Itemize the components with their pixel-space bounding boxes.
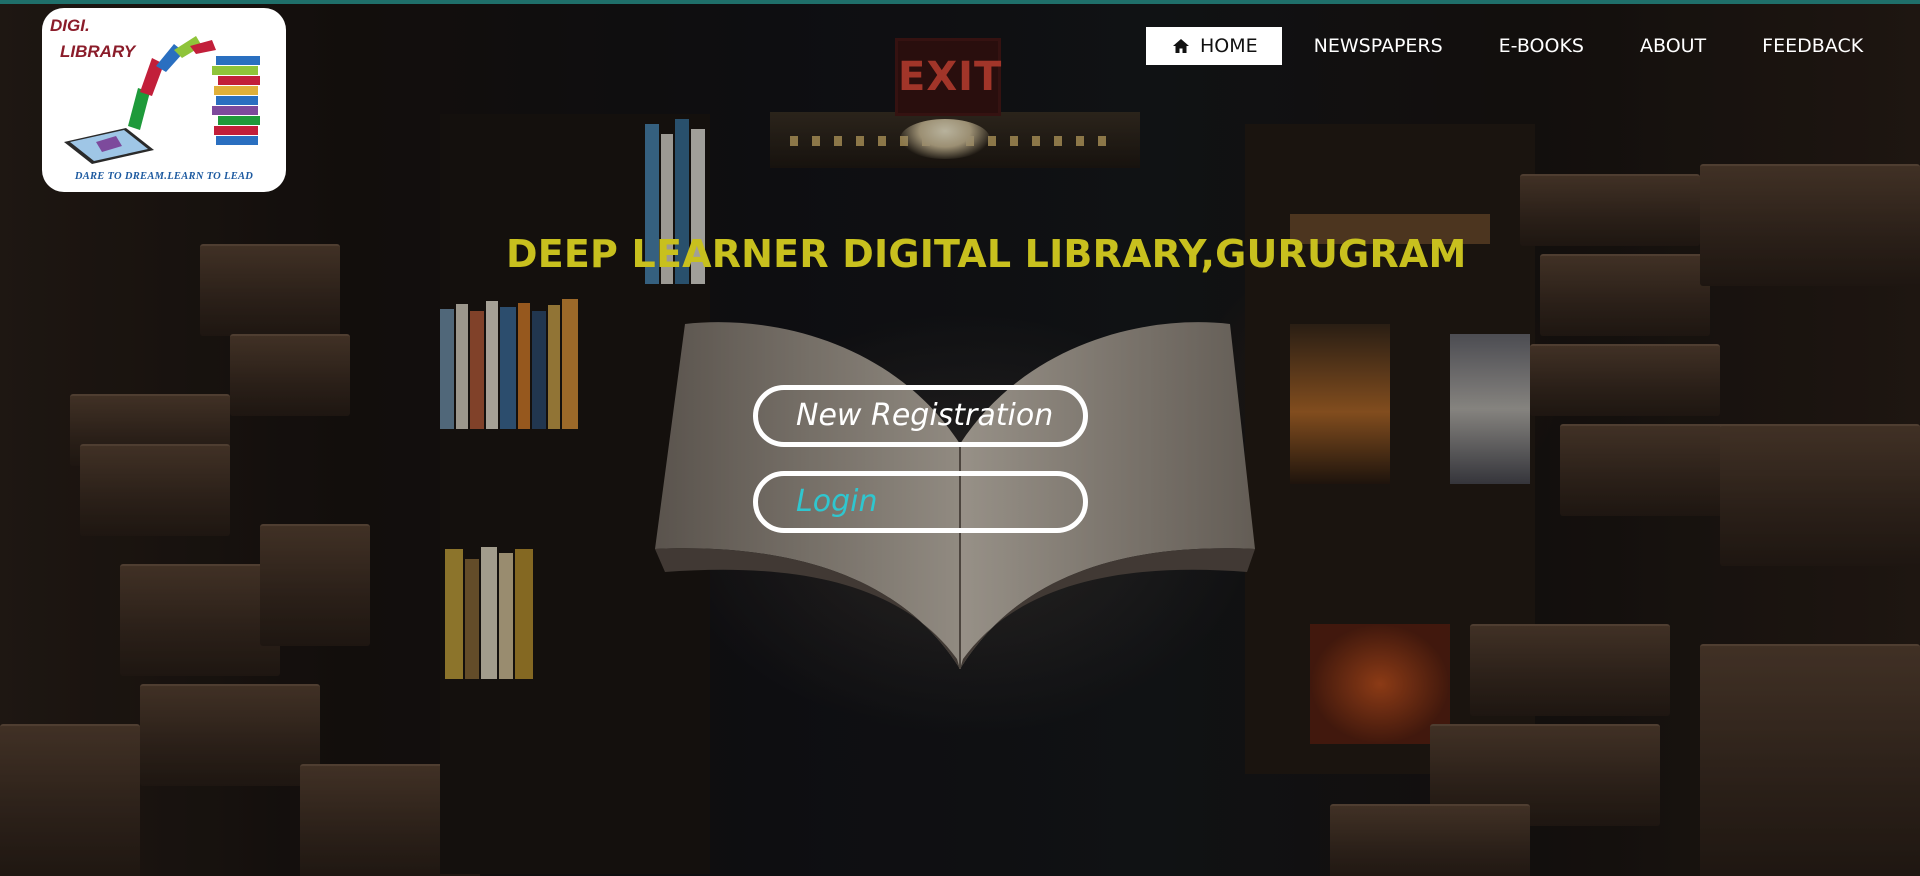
new-registration-button[interactable]: New Registration: [753, 385, 1088, 447]
main-nav: HOME NEWSPAPERS E-BOOKS ABOUT FEEDBACK: [1146, 26, 1891, 66]
logo-text-line1: DIGI.: [50, 16, 90, 35]
nav-item-home[interactable]: HOME: [1146, 27, 1282, 65]
page-title: DEEP LEARNER DIGITAL LIBRARY,GURUGRAM: [506, 232, 1467, 277]
nav-item-ebooks[interactable]: E-BOOKS: [1471, 27, 1612, 65]
logo-tagline: DARE TO DREAM.LEARN TO LEAD: [74, 171, 254, 182]
nav-item-about[interactable]: ABOUT: [1612, 27, 1734, 65]
home-icon: [1173, 39, 1189, 53]
login-button[interactable]: Login: [753, 471, 1088, 533]
site-logo[interactable]: DIGI. LIBRARY DARE TO DREAM.LEARN TO LEA…: [42, 8, 286, 192]
nav-item-feedback[interactable]: FEEDBACK: [1734, 27, 1891, 65]
logo-text-line2: LIBRARY: [60, 42, 136, 61]
nav-label-home: HOME: [1200, 35, 1258, 57]
page: EXIT DIGI. LIBRARY DARE TO DREAM.LEARN T…: [0, 0, 1920, 876]
nav-item-newspapers[interactable]: NEWSPAPERS: [1286, 27, 1471, 65]
